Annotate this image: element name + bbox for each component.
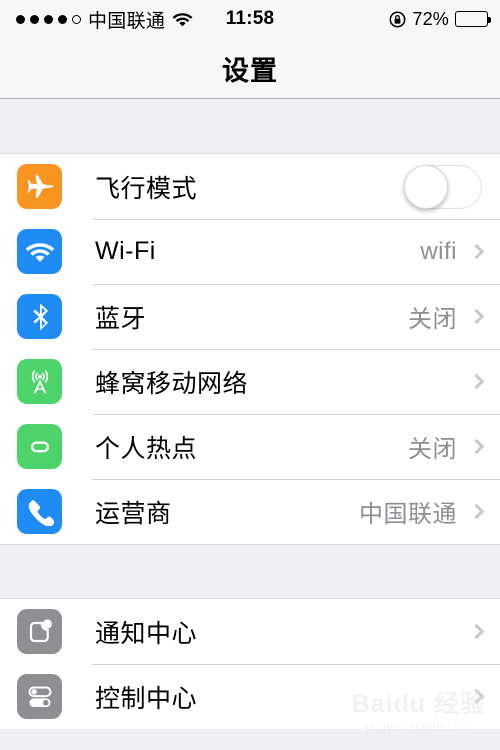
settings-group-centers: 通知中心 控制中心 bbox=[0, 599, 500, 729]
nav-bar: 设置 bbox=[0, 38, 500, 99]
chevron-right-icon bbox=[468, 623, 485, 640]
settings-row-value: wifi bbox=[420, 237, 457, 265]
settings-row-label: 蓝牙 bbox=[95, 304, 147, 333]
settings-row-accessory bbox=[457, 623, 500, 640]
section-gap-middle bbox=[0, 544, 500, 599]
settings-row-wifi[interactable]: Wi-Fi wifi bbox=[0, 219, 500, 284]
wifi-icon bbox=[17, 229, 62, 274]
settings-row-control-center[interactable]: 控制中心 bbox=[0, 664, 500, 729]
control-center-icon bbox=[17, 674, 62, 719]
settings-row-label: 蜂窝移动网络 bbox=[95, 369, 249, 398]
settings-row-accessory bbox=[404, 164, 500, 209]
section-gap-top bbox=[0, 99, 500, 154]
settings-screen: 中国联通 11:58 72% 设置 飞行模式 Wi-Fi wifi 蓝牙 关闭 … bbox=[0, 0, 500, 750]
chevron-right-icon bbox=[468, 503, 485, 520]
settings-row-label: Wi-Fi bbox=[95, 237, 156, 265]
toggle-knob bbox=[404, 164, 448, 209]
settings-row-cellular[interactable]: 蜂窝移动网络 bbox=[0, 349, 500, 414]
settings-row-value: 关闭 bbox=[408, 436, 457, 463]
notification-center-icon bbox=[17, 609, 62, 654]
settings-row-airplane-mode[interactable]: 飞行模式 bbox=[0, 154, 500, 219]
status-bar: 中国联通 11:58 72% bbox=[0, 0, 500, 38]
personal-hotspot-icon bbox=[17, 424, 62, 469]
settings-row-notification-center[interactable]: 通知中心 bbox=[0, 599, 500, 664]
settings-row-accessory: 关闭 bbox=[408, 299, 500, 334]
battery-icon bbox=[455, 11, 491, 27]
settings-row-bluetooth[interactable]: 蓝牙 关闭 bbox=[0, 284, 500, 349]
settings-row-accessory bbox=[457, 688, 500, 705]
cellular-tower-icon bbox=[17, 359, 62, 404]
settings-row-label: 飞行模式 bbox=[95, 174, 198, 203]
chevron-right-icon bbox=[468, 688, 485, 705]
status-bar-time: 11:58 bbox=[225, 8, 275, 29]
settings-row-accessory: 中国联通 bbox=[359, 494, 500, 529]
page-title: 设置 bbox=[222, 55, 278, 86]
settings-row-label: 运营商 bbox=[95, 499, 172, 528]
settings-group-connectivity: 飞行模式 Wi-Fi wifi 蓝牙 关闭 蜂窝移动网络 个人热点 关闭 运营商… bbox=[0, 154, 500, 544]
chevron-right-icon bbox=[468, 373, 485, 390]
airplane-mode-toggle[interactable] bbox=[404, 164, 482, 209]
settings-row-accessory bbox=[457, 373, 500, 390]
settings-row-personal-hotspot[interactable]: 个人热点 关闭 bbox=[0, 414, 500, 479]
settings-row-value: 关闭 bbox=[408, 306, 457, 333]
settings-row-value: 中国联通 bbox=[359, 501, 457, 528]
airplane-icon bbox=[17, 164, 62, 209]
chevron-right-icon bbox=[468, 243, 485, 260]
settings-row-accessory: 关闭 bbox=[408, 429, 500, 464]
chevron-right-icon bbox=[468, 308, 485, 325]
bluetooth-icon bbox=[17, 294, 62, 339]
chevron-right-icon bbox=[468, 438, 485, 455]
settings-row-carrier[interactable]: 运营商 中国联通 bbox=[0, 479, 500, 544]
settings-row-label: 个人热点 bbox=[95, 434, 198, 463]
settings-row-label: 控制中心 bbox=[95, 684, 198, 713]
settings-row-label: 通知中心 bbox=[95, 619, 198, 648]
settings-row-accessory: wifi bbox=[420, 238, 500, 266]
phone-handset-icon bbox=[17, 489, 62, 534]
